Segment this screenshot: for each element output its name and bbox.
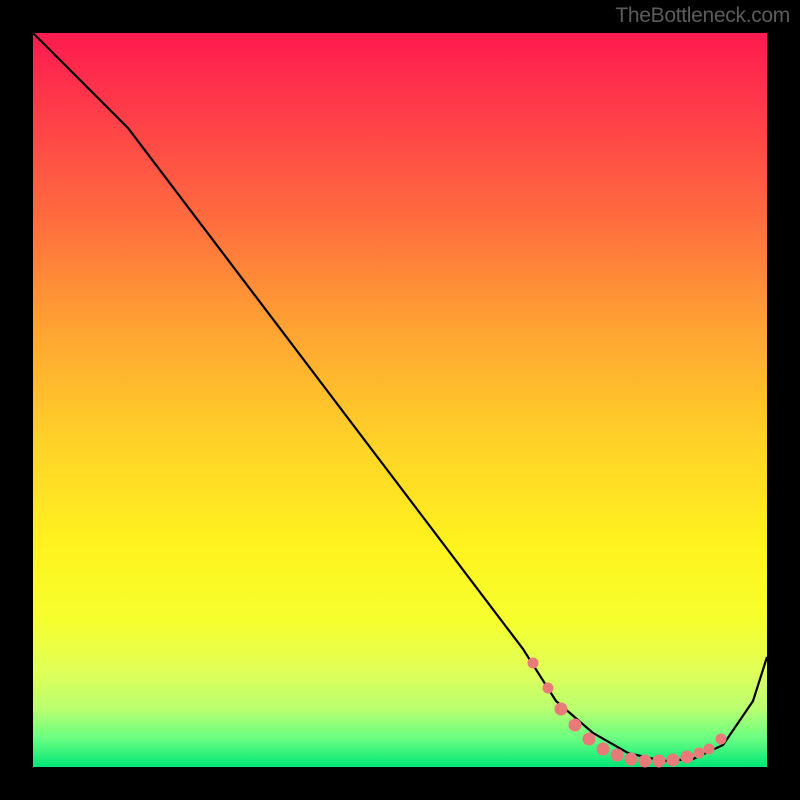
- bottleneck-curve: [33, 33, 767, 767]
- marker-group: [528, 658, 726, 767]
- plot-area: [33, 33, 767, 767]
- attribution-text: TheBottleneck.com: [615, 4, 790, 28]
- chart-container: TheBottleneck.com: [0, 0, 800, 800]
- curve-path: [33, 33, 767, 761]
